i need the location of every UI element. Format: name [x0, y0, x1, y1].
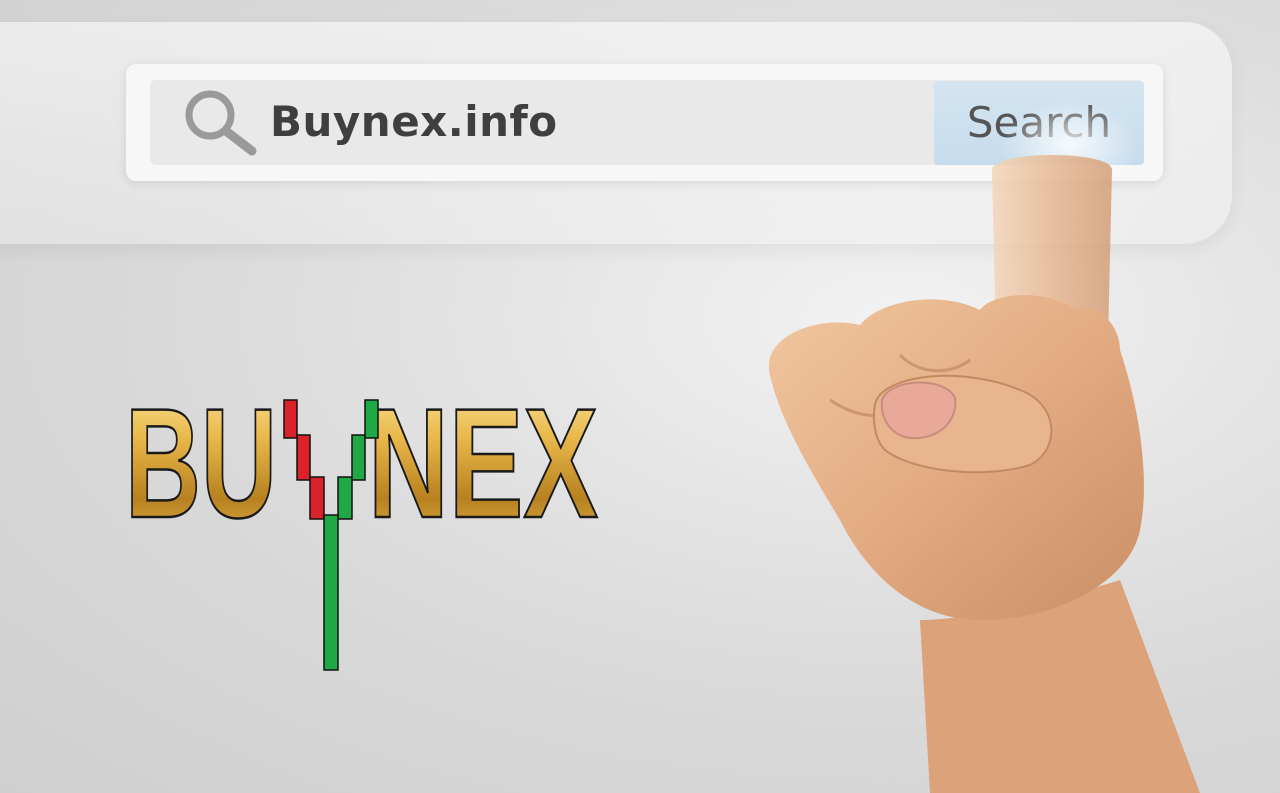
- candle-green-stem: [323, 514, 339, 671]
- search-icon: [185, 90, 257, 156]
- candle-green-3: [364, 399, 379, 439]
- candle-green-1: [337, 476, 353, 520]
- logo-text-right: NEX: [368, 395, 598, 551]
- pointing-hand-image: [768, 155, 1200, 793]
- candlestick-y: [283, 399, 379, 671]
- candle-green-2: [351, 434, 366, 481]
- candle-red-2: [296, 434, 311, 481]
- buynex-logo: BU NEX: [124, 395, 599, 671]
- candle-red-1: [283, 399, 298, 439]
- search-input[interactable]: Buynex.info: [270, 92, 558, 152]
- logo-text-left: BU: [125, 395, 277, 551]
- candle-red-3: [309, 476, 325, 520]
